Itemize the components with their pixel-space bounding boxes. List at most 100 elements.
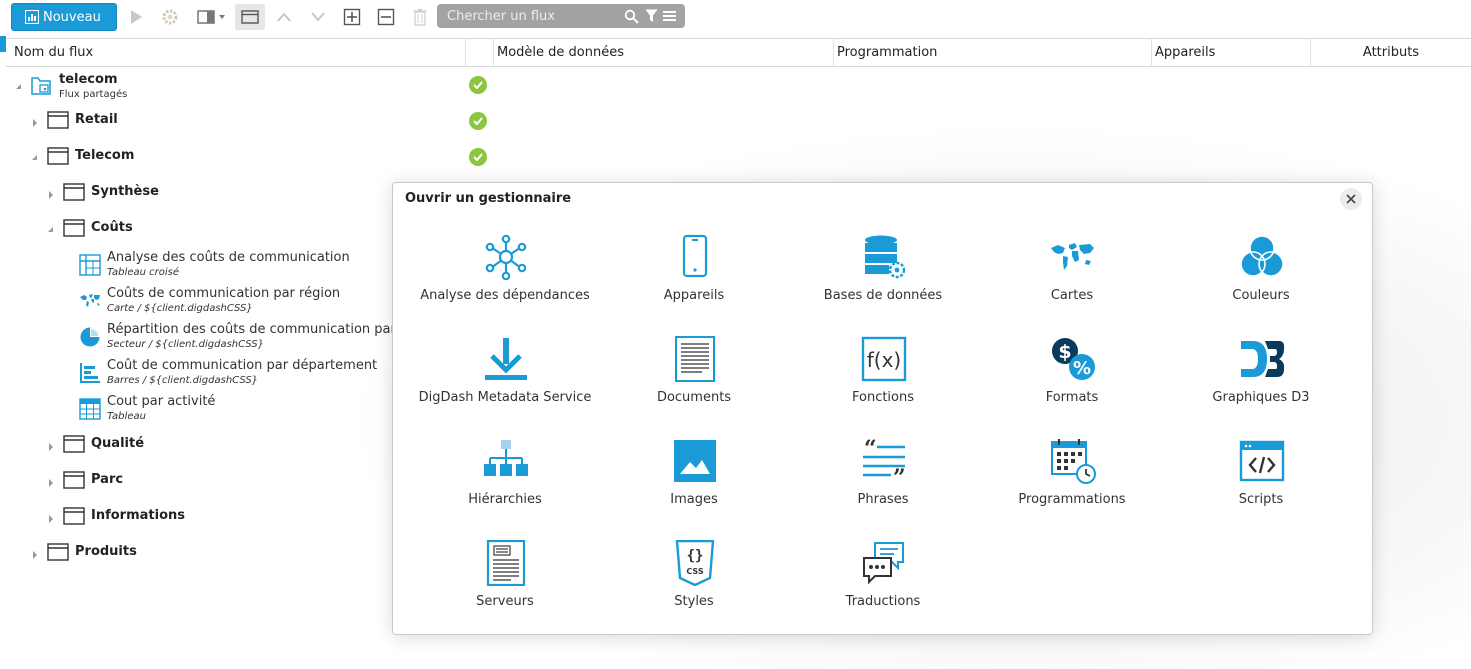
database-gear-icon <box>865 235 906 279</box>
world-map-icon <box>80 294 100 307</box>
color-circles-icon <box>1240 235 1284 277</box>
svg-text:”: ” <box>893 465 906 484</box>
manager-tile-servers[interactable]: Serveurs <box>410 540 600 636</box>
layout-dropdown-button[interactable] <box>191 5 231 29</box>
network-icon <box>485 234 527 280</box>
new-button[interactable]: Nouveau <box>11 3 117 31</box>
tree-item-telecom[interactable]: Telecom <box>0 143 500 173</box>
function-icon: f(x) <box>861 336 907 382</box>
tile-label: Images <box>670 492 718 507</box>
document-icon <box>675 336 715 382</box>
new-button-label: Nouveau <box>43 9 101 25</box>
expand-toggle[interactable] <box>48 227 53 232</box>
move-up-button[interactable] <box>271 5 297 29</box>
manager-tile-d3[interactable]: Graphiques D3 <box>1166 336 1356 432</box>
close-button[interactable] <box>1340 188 1362 210</box>
expand-toggle[interactable] <box>49 515 53 523</box>
tree-item-qualite[interactable]: Qualité <box>0 431 390 461</box>
list-item[interactable]: Analyse des coûts de communication Table… <box>0 250 392 280</box>
column-devices[interactable]: Appareils <box>1151 39 1310 67</box>
folder-icon <box>63 435 85 453</box>
expand-all-button[interactable] <box>339 5 365 29</box>
status-ok-icon <box>469 76 487 94</box>
manager-tile-metadata-service[interactable]: DigDash Metadata Service <box>410 336 600 432</box>
manager-tile-translations[interactable]: Traductions <box>788 540 978 636</box>
column-name[interactable]: Nom du flux <box>6 39 465 67</box>
tile-label: Traductions <box>845 594 921 609</box>
play-button[interactable] <box>123 5 149 29</box>
expand-toggle[interactable] <box>49 479 53 487</box>
manager-tile-phrases[interactable]: “” Phrases <box>788 438 978 534</box>
tree-item-informations[interactable]: Informations <box>0 503 390 533</box>
expand-toggle[interactable] <box>33 119 37 127</box>
column-status[interactable] <box>465 39 493 67</box>
tile-label: Analyse des dépendances <box>420 288 590 303</box>
minus-square-icon <box>377 8 395 26</box>
item-label: Coûts de communication par région <box>107 286 341 301</box>
svg-text:CSS: CSS <box>686 567 703 576</box>
filter-icon[interactable] <box>643 8 659 24</box>
list-item[interactable]: Répartition des coûts de communication p… <box>0 322 392 352</box>
mobile-device-icon <box>682 234 708 278</box>
status-ok-icon <box>469 112 487 130</box>
delete-button[interactable] <box>407 5 433 29</box>
manager-tile-scripts[interactable]: Scripts <box>1166 438 1356 534</box>
folder-icon <box>63 507 85 525</box>
expand-toggle[interactable] <box>49 443 53 451</box>
manager-tile-schedules[interactable]: Programmations <box>977 438 1167 534</box>
expand-toggle[interactable] <box>33 551 37 559</box>
svg-text:f(x): f(x) <box>867 348 901 372</box>
folder-icon <box>47 111 69 129</box>
move-down-button[interactable] <box>305 5 331 29</box>
list-item[interactable]: Cout par activité Tableau <box>0 394 392 424</box>
column-model[interactable]: Modèle de données <box>493 39 833 67</box>
manager-tile-maps[interactable]: Cartes <box>977 234 1167 330</box>
manager-tile-images[interactable]: Images <box>599 438 789 534</box>
tile-label: Fonctions <box>851 390 915 405</box>
tree-item-label: Qualité <box>91 436 145 451</box>
menu-icon[interactable] <box>661 8 677 24</box>
status-ok-icon <box>469 148 487 166</box>
tree-item-label: Informations <box>91 508 186 523</box>
tree-item-label: Coûts <box>91 220 133 235</box>
chevron-down-icon <box>311 12 325 22</box>
manager-tile-hierarchies[interactable]: Hiérarchies <box>410 438 600 534</box>
settings-button[interactable] <box>157 5 183 29</box>
collapse-all-button[interactable] <box>373 5 399 29</box>
column-attributes[interactable]: Attributs <box>1310 39 1471 67</box>
manager-tile-databases[interactable]: Bases de données <box>788 234 978 330</box>
tree-item-synthese[interactable]: Synthèse <box>0 179 390 209</box>
manager-tile-functions[interactable]: f(x) Fonctions <box>788 336 978 432</box>
search-input[interactable] <box>437 4 617 28</box>
list-item[interactable]: Coût de communication par département Ba… <box>0 358 392 388</box>
table-icon <box>79 398 101 420</box>
tile-label: Phrases <box>857 492 909 507</box>
item-sub: Tableau <box>107 411 146 422</box>
manager-tile-formats[interactable]: $% Formats <box>977 336 1167 432</box>
item-sub: Secteur / ${client.digdashCSS} <box>107 339 264 350</box>
play-icon <box>131 10 142 24</box>
tree-item-produits[interactable]: Produits <box>0 539 390 569</box>
search-icon[interactable] <box>623 8 639 24</box>
tree-item-parc[interactable]: Parc <box>0 467 390 497</box>
expand-toggle[interactable] <box>16 84 21 89</box>
svg-text:$: $ <box>1058 341 1071 363</box>
manager-tile-dependencies[interactable]: Analyse des dépendances <box>410 234 600 330</box>
tree-item-retail[interactable]: Retail <box>0 107 500 137</box>
tree-item-label: Parc <box>91 472 124 487</box>
list-item[interactable]: Coûts de communication par région Carte … <box>0 286 392 316</box>
manager-tile-devices[interactable]: Appareils <box>599 234 789 330</box>
folder-button[interactable] <box>235 4 265 30</box>
expand-toggle[interactable] <box>32 155 37 160</box>
tree-root[interactable]: telecom Flux partagés <box>0 70 500 104</box>
column-programmation[interactable]: Programmation <box>833 39 1151 67</box>
manager-tile-documents[interactable]: Documents <box>599 336 789 432</box>
tree-item-couts[interactable]: Coûts <box>0 215 390 245</box>
expand-toggle[interactable] <box>49 191 53 199</box>
tree-item-label: Produits <box>75 544 137 559</box>
manager-tile-styles[interactable]: {} CSS Styles <box>599 540 789 636</box>
code-window-icon <box>1239 440 1285 482</box>
tile-label: Styles <box>674 594 714 609</box>
manager-tile-colors[interactable]: Couleurs <box>1166 234 1356 330</box>
css-icon: {} CSS <box>675 540 715 586</box>
